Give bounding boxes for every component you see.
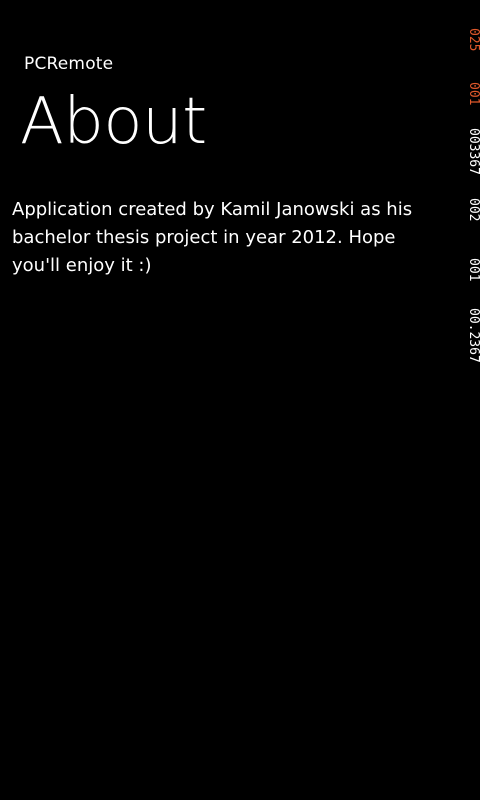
- ui-fps-counter: 001: [466, 82, 480, 106]
- texture-memory-counter: 003367: [466, 128, 480, 175]
- surface-counter: 002: [466, 198, 480, 222]
- app-title: PCRemote: [24, 54, 114, 74]
- fill-rate-counter: 00.2367: [466, 308, 480, 363]
- intermediate-texture-counter: 001: [466, 258, 480, 282]
- about-text: Application created by Kamil Janowski as…: [12, 199, 413, 276]
- render-fps-counter: 025: [466, 28, 480, 52]
- frame-rate-counters: 025 001 003367 002 001 00.2367: [460, 28, 480, 408]
- page-title: About: [20, 85, 207, 159]
